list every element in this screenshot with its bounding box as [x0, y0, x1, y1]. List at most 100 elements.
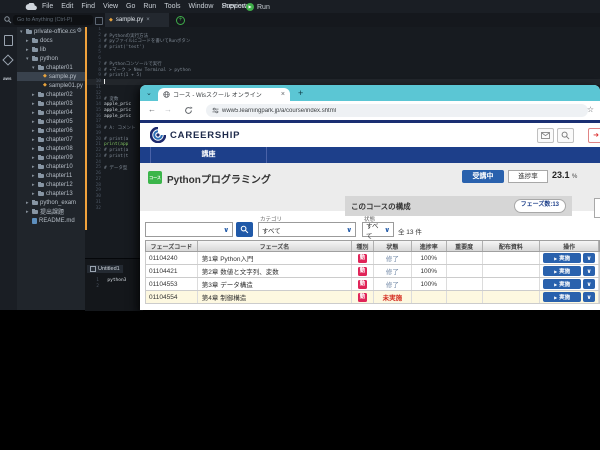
menu-items: FileEditFindViewGoRunToolsWindowSupport — [42, 0, 246, 13]
tree-item-chapter05[interactable]: ▸chapter05 — [17, 117, 85, 126]
outline-panel-icon[interactable] — [2, 54, 13, 65]
ide-menubar: FileEditFindViewGoRunToolsWindowSupport … — [0, 0, 600, 14]
browser-tabstrip: ⌄ コース - Wisスクール オンライン × + — [140, 85, 600, 101]
nav-item-kouza[interactable]: 講座 — [150, 147, 267, 163]
console-tab[interactable]: Untitled1 — [87, 265, 123, 273]
table-row[interactable]: 01104553第3章 データ構造動修了100%▶実施∨ — [145, 278, 600, 291]
gear-icon[interactable]: ⚙ — [77, 27, 82, 34]
run-phase-button[interactable]: ▶実施 — [543, 279, 581, 289]
reload-icon[interactable] — [184, 106, 193, 115]
forward-icon[interactable]: → — [164, 105, 172, 114]
column-header-4[interactable]: 状態 — [374, 241, 412, 251]
tree-item-python[interactable]: ▾python — [17, 54, 85, 63]
menu-item-run[interactable]: Run — [143, 3, 156, 10]
tree-item-python_exam[interactable]: ▸python_exam — [17, 198, 85, 207]
site-logo[interactable]: CAREERSHIP — [150, 127, 240, 143]
mail-button[interactable] — [537, 128, 554, 143]
tree-item-chapter12[interactable]: ▸chapter12 — [17, 180, 85, 189]
run-phase-button[interactable]: ▶実施 — [543, 292, 581, 302]
course-status-button[interactable]: 受講中 — [462, 170, 504, 183]
files-panel-icon[interactable] — [4, 35, 13, 46]
category-select[interactable]: すべて ∨ — [258, 222, 356, 237]
run-button[interactable]: ▶ Run — [246, 2, 270, 12]
column-header-1[interactable]: フェーズコード — [146, 241, 198, 251]
tree-item-sample01.py[interactable]: ◆sample01.py — [17, 81, 85, 90]
tree-item-chapter07[interactable]: ▸chapter07 — [17, 135, 85, 144]
line-number: 19 — [87, 131, 104, 136]
menu-item-find[interactable]: Find — [81, 3, 95, 10]
folder-icon — [38, 165, 44, 169]
menu-item-go[interactable]: Go — [126, 3, 135, 10]
logout-button[interactable]: ➜ — [588, 128, 600, 143]
new-tab-icon[interactable]: + — [176, 16, 185, 25]
line-number: 20 — [87, 137, 104, 142]
browser-tab[interactable]: コース - Wisスクール オンライン × — [158, 88, 290, 101]
chevron-closed-icon: ▸ — [26, 209, 31, 215]
tree-item-label: chapter13 — [46, 191, 73, 197]
tree-item-chapter03[interactable]: ▸chapter03 — [17, 99, 85, 108]
table-row[interactable]: 01104554第4章 制御構造動未実施▶実施∨ — [145, 291, 600, 304]
back-icon[interactable]: ← — [148, 105, 156, 114]
menu-item-tools[interactable]: Tools — [164, 3, 180, 10]
menu-item-view[interactable]: View — [103, 3, 118, 10]
python-file-icon: ◆ — [109, 18, 113, 23]
tree-item-chapter02[interactable]: ▸chapter02 — [17, 90, 85, 99]
tree-item-sample.py[interactable]: ◆sample.py — [17, 72, 85, 81]
folder-icon — [32, 201, 38, 205]
folder-icon — [38, 129, 44, 133]
tree-item-docs[interactable]: ▸docs — [17, 36, 85, 45]
tree-item-chapter13[interactable]: ▸chapter13 — [17, 189, 85, 198]
tab-sample-py[interactable]: ◆ sample.py × — [105, 13, 169, 27]
column-header-3[interactable]: 種別 — [352, 241, 374, 251]
row-expand-button[interactable]: ∨ — [583, 266, 595, 276]
file-tree: ▾private-office.cs⚙▸docs▸lib▾python▾chap… — [17, 27, 85, 310]
tab-list-icon[interactable] — [95, 17, 103, 25]
tree-item-chapter11[interactable]: ▸chapter11 — [17, 171, 85, 180]
tree-item-chapter09[interactable]: ▸chapter09 — [17, 153, 85, 162]
browser-new-tab-icon[interactable]: + — [298, 88, 303, 98]
console-text: python3 — [102, 278, 126, 283]
column-header-2[interactable]: フェーズ名 — [198, 241, 352, 251]
row-expand-button[interactable]: ∨ — [583, 279, 595, 289]
line-number: 6 — [87, 56, 104, 61]
run-phase-button[interactable]: ▶実施 — [543, 266, 581, 276]
aws-icon[interactable]: aws — [3, 76, 12, 81]
column-header-6[interactable]: 重要度 — [447, 241, 483, 251]
url-bar[interactable]: www5.learningpark.jp/a/course/index.shtm… — [206, 104, 588, 117]
tree-item-chapter04[interactable]: ▸chapter04 — [17, 108, 85, 117]
row-expand-button[interactable]: ∨ — [583, 253, 595, 263]
column-header-7[interactable]: 配布資料 — [483, 241, 541, 251]
browser-tab-close-icon[interactable]: × — [281, 91, 285, 98]
tree-item-lib[interactable]: ▸lib — [17, 45, 85, 54]
console-body[interactable]: 1 python32 — [85, 277, 143, 289]
menu-item-window[interactable]: Window — [189, 3, 214, 10]
goto-anything-input[interactable]: Go to Anything (Ctrl-P) — [13, 15, 93, 25]
bookmark-star-icon[interactable]: ☆ — [587, 105, 594, 114]
tree-item-private-office.cs[interactable]: ▾private-office.cs⚙ — [17, 27, 85, 36]
tree-item-提出課題[interactable]: ▸提出課題 — [17, 207, 85, 216]
row-expand-button[interactable]: ∨ — [583, 292, 595, 302]
table-row[interactable]: 01104421第2章 数値と文字列、変数動修了100%▶実施∨ — [145, 265, 600, 278]
chevron-closed-icon: ▸ — [32, 110, 37, 116]
column-header-5[interactable]: 進捗率 — [412, 241, 447, 251]
menu-item-edit[interactable]: Edit — [61, 3, 73, 10]
search-button[interactable] — [557, 128, 574, 143]
cell-type: 動 — [352, 291, 374, 303]
preview-button[interactable]: Preview — [222, 0, 247, 13]
status-select[interactable]: すべて ∨ — [362, 222, 394, 237]
menu-item-file[interactable]: File — [42, 3, 53, 10]
column-header-8[interactable]: 操作 — [540, 241, 599, 251]
tree-item-README.md[interactable]: README.md — [17, 216, 85, 225]
tree-item-chapter08[interactable]: ▸chapter08 — [17, 144, 85, 153]
tree-item-chapter06[interactable]: ▸chapter06 — [17, 126, 85, 135]
tab-close-icon[interactable]: × — [146, 17, 150, 23]
line-number: 25 — [87, 165, 104, 170]
code-text: # データ型 — [104, 165, 127, 171]
run-phase-button[interactable]: ▶実施 — [543, 253, 581, 263]
tab-search-chevron-icon[interactable]: ⌄ — [146, 89, 152, 97]
table-row[interactable]: 01104240第1章 Python入門動修了100%▶実施∨ — [145, 252, 600, 265]
tree-item-chapter01[interactable]: ▾chapter01 — [17, 63, 85, 72]
tree-item-chapter10[interactable]: ▸chapter10 — [17, 162, 85, 171]
phase-search-select[interactable]: ∨ — [145, 222, 233, 237]
table-search-button[interactable] — [236, 222, 253, 237]
